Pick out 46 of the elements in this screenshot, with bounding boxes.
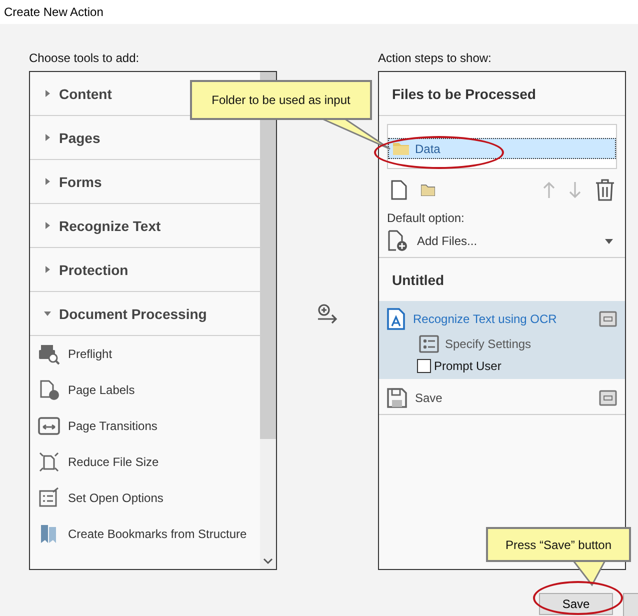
file-icon[interactable]	[391, 180, 407, 200]
caret-down-icon	[605, 238, 613, 244]
caret-right-icon	[44, 90, 51, 97]
default-option-label: Default option:	[386, 210, 466, 225]
ocr-document-icon	[387, 308, 405, 330]
options-window-icon	[38, 487, 60, 509]
caret-right-icon	[44, 178, 51, 185]
scrollbar-thumb[interactable]	[260, 72, 276, 439]
caret-right-icon	[44, 266, 51, 273]
settings-icon	[599, 311, 617, 327]
trash-icon[interactable]	[595, 179, 615, 201]
file-entry[interactable]: Data	[388, 138, 616, 159]
printer-icon	[38, 343, 60, 365]
save-button[interactable]: Save	[539, 593, 613, 615]
page-number-icon	[38, 379, 60, 401]
steps-label: Action steps to show:	[378, 51, 492, 65]
step-label: Save	[415, 391, 444, 405]
tools-label: Choose tools to add:	[29, 51, 140, 65]
settings-list-icon	[419, 335, 439, 353]
tool-item[interactable]: Page Transitions	[30, 408, 260, 444]
default-option-dropdown[interactable]: Add Files...	[379, 225, 625, 258]
page-transition-icon	[38, 415, 60, 437]
checkbox-label: Prompt User	[434, 359, 502, 373]
folder-icon[interactable]	[421, 184, 435, 196]
tool-item[interactable]: Preflight	[30, 336, 260, 372]
scroll-down-icon[interactable]	[263, 557, 273, 565]
prompt-checkbox[interactable]	[417, 359, 431, 373]
section-title: Files to be Processed	[379, 72, 625, 116]
tool-item[interactable]: Create Bookmarks from Structure	[30, 516, 260, 552]
action-step[interactable]: Recognize Text using OCR Specify Settings Prompt User	[379, 301, 625, 380]
folder-icon	[393, 142, 409, 155]
action-title: Untitled	[391, 270, 446, 290]
tool-item[interactable]: Set Open Options	[30, 480, 260, 516]
caret-right-icon	[44, 134, 51, 141]
add-file-icon	[387, 230, 409, 252]
settings-label[interactable]: Specify Settings	[445, 337, 532, 351]
step-label: Recognize Text using OCR	[413, 312, 558, 326]
window-title: Create New Action	[4, 5, 104, 19]
caret-down-icon	[44, 310, 51, 317]
file-list[interactable]: Data	[387, 124, 617, 169]
tool-item[interactable]: Reduce File Size	[30, 444, 260, 480]
tool-item[interactable]: Page Labels	[30, 372, 260, 408]
compress-page-icon	[38, 451, 60, 473]
settings-icon	[599, 390, 617, 406]
add-step-icon[interactable]	[316, 304, 338, 324]
caret-right-icon	[44, 222, 51, 229]
